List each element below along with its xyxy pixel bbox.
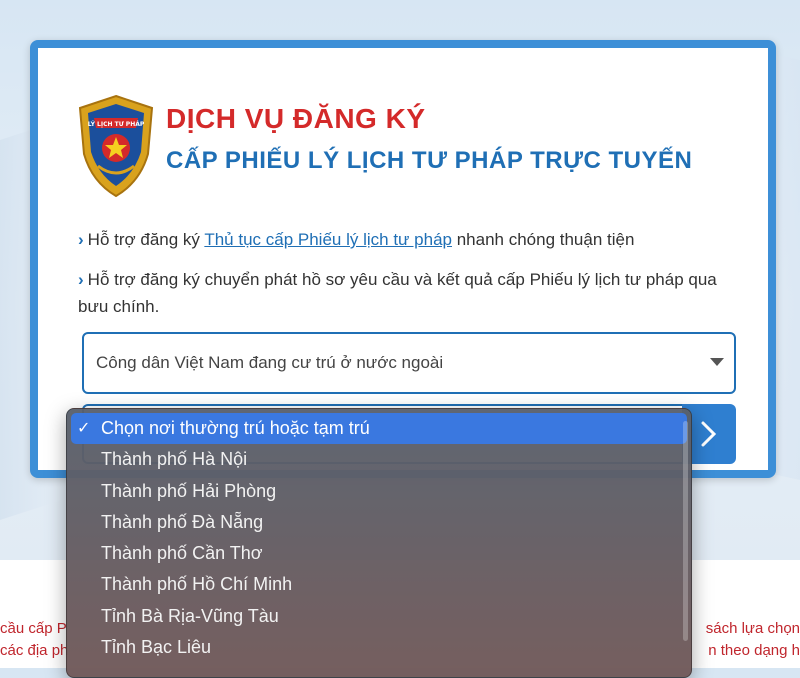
option-label: Tỉnh Bạc Liêu: [101, 637, 212, 658]
option-label: Thành phố Cần Thơ: [101, 543, 263, 564]
notice-text-right: sách lựa chọn n theo dạng h: [706, 618, 800, 662]
info-bullet-2: › Hỗ trợ đăng ký chuyển phát hồ sơ yêu cầ…: [78, 266, 728, 320]
option-label: Thành phố Hà Nội: [101, 449, 248, 470]
dropdown-option[interactable]: Thành phố Hải Phòng: [71, 476, 687, 507]
dropdown-option[interactable]: Thành phố Đà Nẵng: [71, 507, 687, 538]
notice-left-line-1: cầu cấp P: [0, 620, 67, 637]
bullet1-suffix: nhanh chóng thuận tiện: [451, 230, 635, 249]
info-bullet-1: › Hỗ trợ đăng ký Thủ tục cấp Phiếu lý lịc…: [78, 226, 728, 253]
option-label: Chọn nơi thường trú hoặc tạm trú: [101, 418, 370, 438]
citizen-type-select[interactable]: Công dân Việt Nam đang cư trú ở nước ngo…: [82, 332, 736, 394]
bullet2-text: Hỗ trợ đăng ký chuyển phát hồ sơ yêu cầu…: [78, 270, 717, 316]
option-label: Thành phố Hồ Chí Minh: [101, 574, 293, 595]
checkmark-icon: ✓: [77, 420, 91, 437]
notice-text-left: cầu cấp P các địa ph: [0, 618, 68, 662]
dropdown-option[interactable]: Tỉnh Bạc Liêu: [71, 632, 687, 663]
notice-right-line-2: n theo dạng h: [708, 642, 800, 659]
option-label: Thành phố Đà Nẵng: [101, 511, 264, 532]
dropdown-option[interactable]: Thành phố Hồ Chí Minh: [71, 569, 687, 600]
chevron-right-icon: ›: [78, 270, 84, 289]
dropdown-option[interactable]: ✓ Chọn nơi thường trú hoặc tạm trú: [71, 413, 687, 445]
dropdown-option[interactable]: Thành phố Cần Thơ: [71, 538, 687, 569]
dropdown-scrollbar[interactable]: [683, 421, 688, 641]
judicial-emblem-logo: LÝ LỊCH TƯ PHÁP: [78, 94, 154, 198]
procedure-link[interactable]: Thủ tục cấp Phiếu lý lịch tư pháp: [204, 230, 452, 249]
citizen-type-value: Công dân Việt Nam đang cư trú ở nước ngo…: [96, 353, 444, 372]
chevron-right-icon: ›: [78, 230, 84, 249]
page-subtitle: CẤP PHIẾU LÝ LỊCH TƯ PHÁP TRỰC TUYẾN: [166, 147, 693, 174]
chevron-right-icon: [701, 421, 717, 447]
logo-text: LÝ LỊCH TƯ PHÁP: [88, 121, 145, 128]
residence-dropdown-menu[interactable]: ✓ Chọn nơi thường trú hoặc tạm trú Thành…: [66, 408, 692, 678]
notice-right-line-1: sách lựa chọn: [705, 620, 800, 637]
dropdown-option[interactable]: Thành phố Hà Nội: [71, 444, 687, 475]
option-label: Thành phố Hải Phòng: [101, 480, 277, 501]
page-title: DỊCH VỤ ĐĂNG KÝ: [166, 103, 426, 134]
option-label: Tỉnh Bà Rịa-Vũng Tàu: [101, 605, 279, 626]
bullet1-prefix: Hỗ trợ đăng ký: [87, 230, 205, 249]
caret-down-icon: [710, 358, 724, 366]
notice-left-line-2: các địa ph: [0, 642, 69, 659]
dropdown-option[interactable]: Tỉnh Bà Rịa-Vũng Tàu: [71, 601, 687, 632]
